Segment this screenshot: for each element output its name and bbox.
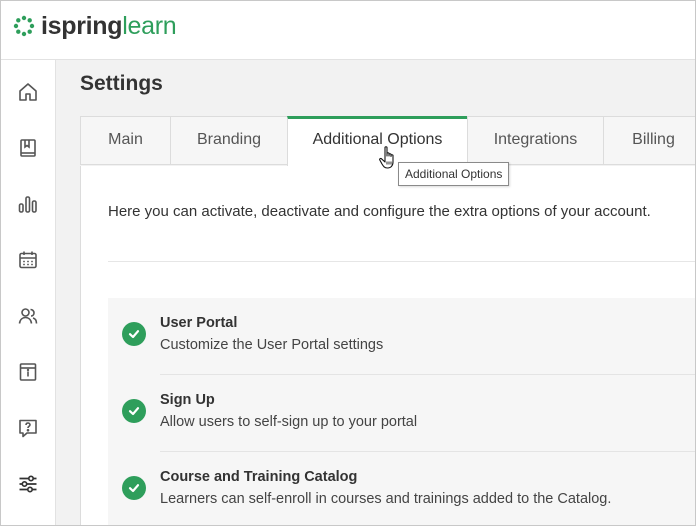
sidebar-item-help[interactable] [1, 400, 55, 456]
option-catalog[interactable]: Course and Training Catalog Learners can… [108, 452, 695, 525]
page-title: Settings [80, 72, 163, 95]
sidebar-item-home[interactable] [1, 64, 55, 120]
option-user-portal[interactable]: User Portal Customize the User Portal se… [108, 298, 695, 375]
option-description: Learners can self-enroll in courses and … [160, 491, 612, 507]
option-title: User Portal [160, 315, 238, 331]
divider [108, 261, 695, 262]
option-sign-up[interactable]: Sign Up Allow users to self-sign up to y… [108, 375, 695, 452]
intro-text: Here you can activate, deactivate and co… [108, 203, 651, 220]
options-list: User Portal Customize the User Portal se… [108, 298, 695, 525]
help-bubble-icon [19, 419, 37, 438]
ispring-logo-icon [13, 15, 35, 37]
option-title: Sign Up [160, 392, 215, 408]
sidebar-item-info[interactable] [1, 344, 55, 400]
sidebar-item-settings[interactable] [1, 456, 55, 512]
sidebar-item-reports[interactable] [1, 176, 55, 232]
sidebar-item-users[interactable] [1, 288, 55, 344]
app-window: ispringlearn Settings Main Branding Addi… [0, 0, 696, 526]
hand-pointer-icon [379, 146, 394, 169]
book-icon [20, 139, 36, 157]
tab-integrations[interactable]: Integrations [467, 116, 603, 165]
tab-billing[interactable]: Billing [603, 116, 695, 165]
sidebar-item-courses[interactable] [1, 120, 55, 176]
check-circle-icon[interactable] [122, 476, 146, 500]
logo-text-ispring: ispring [41, 12, 123, 40]
sidebar [1, 60, 56, 525]
option-description: Allow users to self-sign up to your port… [160, 414, 418, 430]
option-description: Customize the User Portal settings [160, 337, 384, 353]
calendar-icon [19, 251, 37, 269]
bar-chart-icon [18, 196, 37, 213]
logo-text-learn: learn [122, 12, 177, 40]
additional-options-panel: Here you can activate, deactivate and co… [80, 166, 695, 525]
tab-branding[interactable]: Branding [170, 116, 287, 165]
info-box-icon [19, 363, 37, 381]
sliders-icon [19, 475, 37, 493]
tab-additional-options[interactable]: Additional Options [287, 116, 467, 167]
option-title: Course and Training Catalog [160, 469, 358, 485]
tab-tooltip: Additional Options [398, 162, 510, 186]
sidebar-item-calendar[interactable] [1, 232, 55, 288]
check-circle-icon[interactable] [122, 399, 146, 423]
users-icon [18, 308, 38, 324]
main-content: Settings Main Branding Additional Option… [56, 60, 695, 525]
home-icon [19, 83, 37, 101]
logo[interactable]: ispringlearn [13, 11, 177, 41]
tab-main[interactable]: Main [80, 116, 170, 165]
check-circle-icon[interactable] [122, 322, 146, 346]
top-bar: ispringlearn [1, 1, 695, 60]
